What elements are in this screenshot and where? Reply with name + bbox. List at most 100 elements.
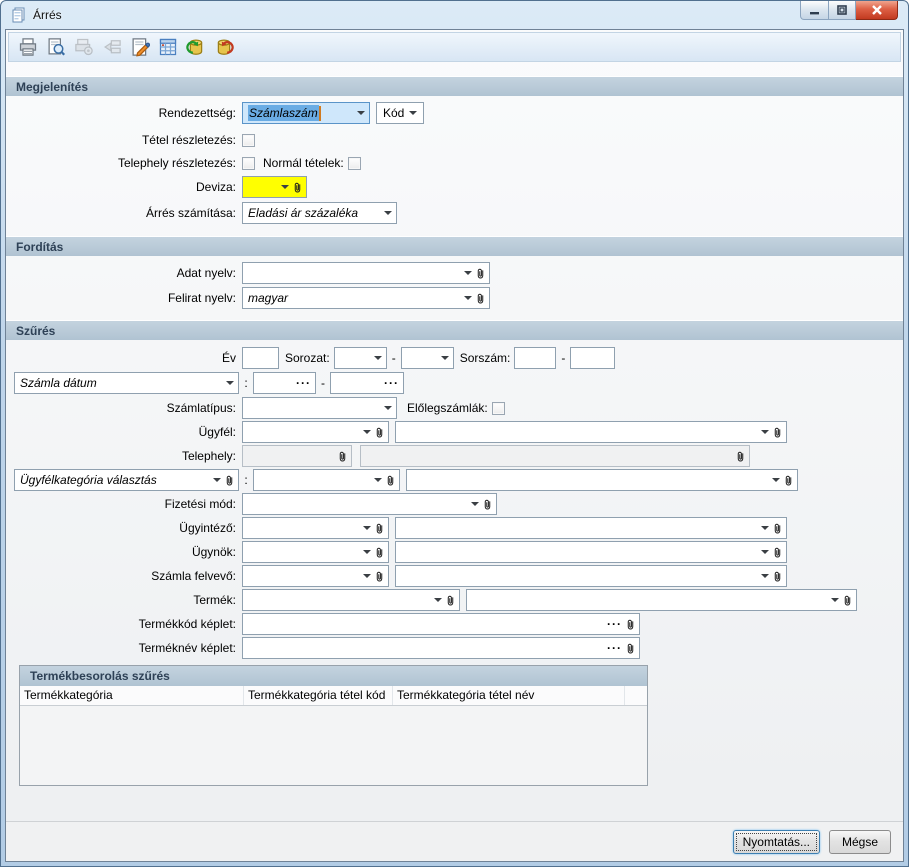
section-megjelenites: Megjelenítés: [6, 76, 903, 96]
table-title: Termékbesorolás szűrés: [20, 666, 647, 686]
datum-tipus-combo[interactable]: Számla dátum: [14, 372, 239, 394]
szamla-felvevo-code-combo[interactable]: [242, 565, 389, 587]
toolbar: [8, 32, 901, 62]
sorozat-to-combo[interactable]: [401, 347, 454, 369]
sorszam-from-input[interactable]: [514, 347, 556, 369]
window-title: Árrés: [33, 8, 62, 22]
edit-report-icon[interactable]: [129, 36, 151, 58]
dialog-body: Megjelenítés Rendezettség: Számlaszám Kó…: [5, 29, 904, 862]
ellipsis-icon: ···: [296, 378, 311, 388]
ev-input[interactable]: [242, 347, 279, 369]
datum-from-input[interactable]: ···: [253, 372, 316, 394]
maximize-icon: [837, 5, 847, 15]
paperclip-icon: [784, 474, 793, 487]
dropdown-arrow-icon: [363, 574, 371, 578]
arres-szamitasa-combo[interactable]: Eladási ár százaléka: [242, 202, 397, 224]
termekkod-keplet-input[interactable]: ···: [242, 613, 640, 635]
termeknev-keplet-input[interactable]: ···: [242, 637, 640, 659]
normal-tetelek-label: Normál tételek:: [263, 156, 344, 170]
tetel-reszletezes-checkbox[interactable]: [242, 134, 255, 147]
ugyfelkategoria-name-combo[interactable]: [406, 469, 798, 491]
telephely-reszletezes-checkbox[interactable]: [242, 157, 255, 170]
telephely-name-field: [360, 445, 750, 467]
tetel-reszletezes-label: Tétel részletezés:: [14, 133, 242, 147]
paperclip-icon: [293, 181, 302, 194]
minimize-icon: [810, 6, 819, 15]
rendezettseg-combo[interactable]: Számlaszám: [242, 102, 370, 124]
paperclip-icon: [626, 642, 635, 655]
dropdown-arrow-icon: [441, 356, 449, 360]
adat-nyelv-label: Adat nyelv:: [14, 266, 242, 280]
dropdown-arrow-icon: [363, 430, 371, 434]
datum-to-input[interactable]: ···: [330, 372, 404, 394]
print-settings-icon[interactable]: [73, 36, 95, 58]
termeknev-keplet-label: Terméknév képlet:: [14, 641, 242, 655]
selected-text: Számlaszám: [248, 105, 319, 121]
ugyintezo-name-combo[interactable]: [395, 517, 787, 539]
dialog-window: Árrés: [0, 0, 909, 867]
dropdown-arrow-icon: [374, 356, 382, 360]
print-button[interactable]: Nyomtatás...: [733, 830, 820, 854]
print-preview-icon[interactable]: [45, 36, 67, 58]
elolegszamlak-checkbox[interactable]: [492, 402, 505, 415]
ugyfel-name-combo[interactable]: [395, 421, 787, 443]
normal-tetelek-checkbox[interactable]: [348, 157, 361, 170]
dropdown-arrow-icon: [772, 478, 780, 482]
column-header-tetel-kod[interactable]: Termékkategória tétel kód: [244, 686, 393, 705]
ugynok-name-combo[interactable]: [395, 541, 787, 563]
dropdown-arrow-icon: [831, 598, 839, 602]
termek-code-combo[interactable]: [242, 589, 460, 611]
sorszam-to-input[interactable]: [570, 347, 615, 369]
paperclip-icon: [386, 474, 395, 487]
dropdown-arrow-icon: [384, 406, 392, 410]
adat-nyelv-combo[interactable]: [242, 262, 490, 284]
rendezettseg-label: Rendezettség:: [14, 106, 242, 120]
paperclip-icon: [483, 498, 492, 511]
dropdown-arrow-icon: [464, 296, 472, 300]
ugyfelkategoria-selector-combo[interactable]: Ügyfélkategória választás: [14, 469, 239, 491]
paperclip-icon: [476, 292, 485, 305]
paperclip-icon: [375, 570, 384, 583]
paperclip-icon: [773, 522, 782, 535]
ugynok-code-combo[interactable]: [242, 541, 389, 563]
minimize-button[interactable]: [800, 1, 829, 20]
paperclip-icon: [773, 570, 782, 583]
dropdown-arrow-icon: [384, 211, 392, 215]
maximize-button[interactable]: [829, 1, 856, 20]
ugyfel-code-combo[interactable]: [242, 421, 389, 443]
print-icon[interactable]: [17, 36, 39, 58]
deviza-combo[interactable]: [242, 176, 307, 198]
fizetesi-mod-combo[interactable]: [242, 493, 497, 515]
colon-separator: :: [239, 376, 253, 390]
dropdown-arrow-icon: [761, 526, 769, 530]
export-icon[interactable]: [101, 36, 123, 58]
dropdown-arrow-icon: [363, 526, 371, 530]
ugyintezo-label: Ügyintéző:: [14, 521, 242, 535]
termek-name-combo[interactable]: [466, 589, 857, 611]
dropdown-arrow-icon: [761, 430, 769, 434]
felirat-nyelv-combo[interactable]: magyar: [242, 287, 490, 309]
szamla-felvevo-label: Számla felvevő:: [14, 569, 242, 583]
db-load-icon[interactable]: [185, 36, 207, 58]
kod-dropdown-button[interactable]: Kód: [376, 102, 424, 124]
szamlatipus-combo[interactable]: [242, 397, 397, 419]
column-header-tetel-nev[interactable]: Termékkategória tétel név: [393, 686, 625, 705]
db-save-icon[interactable]: [213, 36, 235, 58]
szamla-felvevo-name-combo[interactable]: [395, 565, 787, 587]
close-button[interactable]: [856, 1, 898, 20]
termek-label: Termék:: [14, 593, 242, 607]
column-header-termekkategoria[interactable]: Termékkategória: [20, 686, 244, 705]
kod-label: Kód: [383, 106, 404, 120]
table-body-empty[interactable]: [20, 706, 647, 785]
ugyfel-label: Ügyfél:: [14, 425, 242, 439]
spreadsheet-icon[interactable]: [157, 36, 179, 58]
sorozat-from-combo[interactable]: [334, 347, 387, 369]
ugyfelkategoria-code-combo[interactable]: [253, 469, 400, 491]
titlebar: Árrés: [5, 1, 904, 29]
dropdown-arrow-icon: [213, 478, 221, 482]
elolegszamlak-label: Előlegszámlák:: [407, 401, 488, 415]
ugyintezo-code-combo[interactable]: [242, 517, 389, 539]
sorozat-label: Sorozat:: [285, 351, 330, 365]
cancel-button[interactable]: Mégse: [829, 830, 891, 854]
dropdown-arrow-icon: [464, 271, 472, 275]
